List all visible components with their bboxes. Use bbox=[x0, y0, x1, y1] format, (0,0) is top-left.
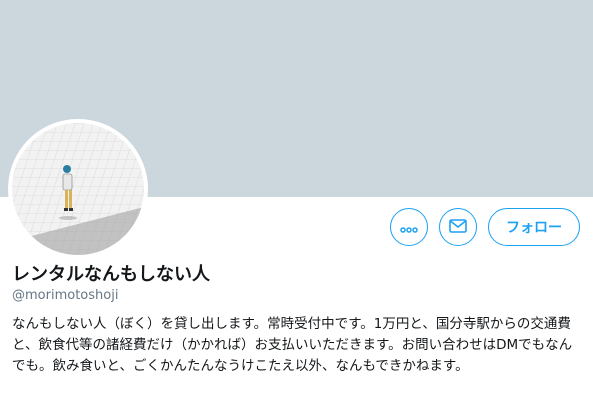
follow-button[interactable]: フォロー bbox=[488, 208, 580, 246]
profile-name: レンタルなんもしない人 bbox=[12, 264, 210, 285]
more-dots-icon bbox=[400, 218, 418, 237]
more-options-button[interactable] bbox=[390, 208, 428, 246]
avatar-photo bbox=[12, 123, 144, 255]
profile-bio: なんもしない人（ぼく）を貸し出します。常時受付中です。1万円と、国分寺駅からの交… bbox=[12, 316, 573, 374]
profile-handle[interactable]: @morimotoshoji bbox=[12, 288, 118, 303]
profile-avatar[interactable] bbox=[8, 119, 148, 259]
follow-label: フォロー bbox=[506, 220, 562, 236]
envelope-icon bbox=[449, 218, 467, 237]
message-button[interactable] bbox=[439, 208, 477, 246]
